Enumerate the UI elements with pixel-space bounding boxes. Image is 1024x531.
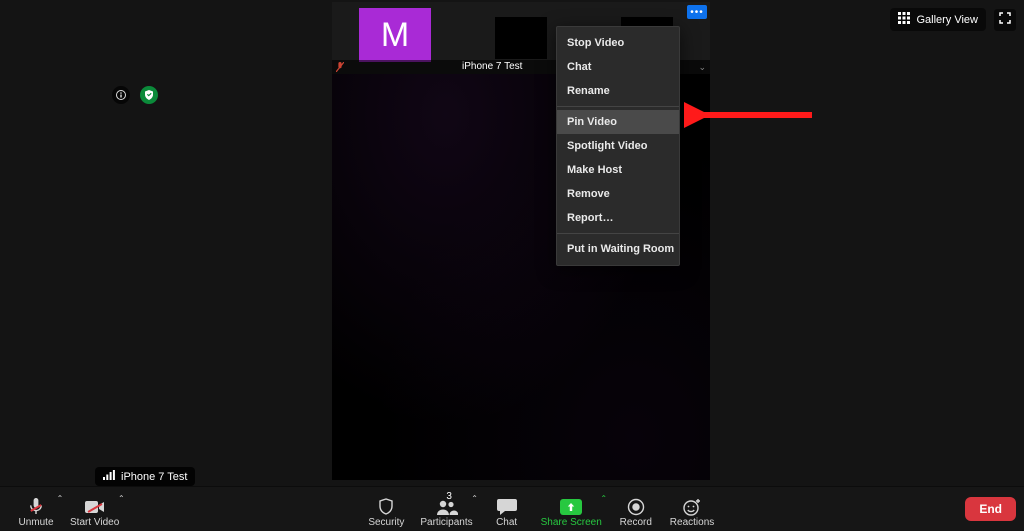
smiley-plus-icon xyxy=(682,497,702,517)
signal-icon xyxy=(103,470,115,483)
speaker-hover-tooltip: iPhone 7 Test xyxy=(95,467,195,486)
encryption-shield-icon[interactable] xyxy=(140,86,158,104)
chat-bubble-icon xyxy=(497,497,517,517)
shield-icon xyxy=(378,497,394,517)
share-screen-button[interactable]: Share Screen ⌃ xyxy=(535,487,608,531)
grid-icon xyxy=(898,12,910,27)
gallery-view-button[interactable]: Gallery View xyxy=(890,8,986,31)
menu-make-host[interactable]: Make Host xyxy=(557,158,679,182)
start-video-button[interactable]: Start Video ⌃ xyxy=(64,487,125,531)
menu-report[interactable]: Report… xyxy=(557,206,679,230)
menu-remove[interactable]: Remove xyxy=(557,182,679,206)
fullscreen-button[interactable] xyxy=(994,9,1016,31)
menu-separator xyxy=(557,106,679,107)
unmute-label: Unmute xyxy=(18,517,53,528)
share-screen-icon xyxy=(560,497,582,517)
participant-context-menu: Stop Video Chat Rename Pin Video Spotlig… xyxy=(556,26,680,266)
menu-separator xyxy=(557,233,679,234)
avatar-initial: M xyxy=(359,8,431,62)
meeting-toolbar: Unmute ⌃ Start Video ⌃ Security 3 Partic… xyxy=(0,486,1024,530)
menu-pin-video[interactable]: Pin Video xyxy=(557,110,679,134)
security-label: Security xyxy=(368,517,404,528)
thumbnail-participant-1[interactable]: M xyxy=(332,2,458,74)
chevron-down-icon[interactable]: ⌄ xyxy=(698,60,706,74)
microphone-muted-icon xyxy=(28,497,44,517)
fullscreen-icon xyxy=(999,11,1011,29)
record-icon xyxy=(627,497,645,517)
end-meeting-button[interactable]: End xyxy=(965,497,1016,521)
record-label: Record xyxy=(620,517,652,528)
record-button[interactable]: Record xyxy=(608,487,664,531)
ellipsis-icon: ••• xyxy=(690,7,704,18)
chevron-up-icon[interactable]: ⌃ xyxy=(115,493,127,505)
menu-stop-video[interactable]: Stop Video xyxy=(557,31,679,55)
video-off-placeholder xyxy=(495,17,547,59)
chat-label: Chat xyxy=(496,517,517,528)
unmute-button[interactable]: Unmute ⌃ xyxy=(8,487,64,531)
camera-off-icon xyxy=(85,497,105,517)
participants-count: 3 xyxy=(446,491,452,502)
menu-chat[interactable]: Chat xyxy=(557,55,679,79)
start-video-label: Start Video xyxy=(70,517,119,528)
share-screen-label: Share Screen xyxy=(541,517,602,528)
thumbnail-more-button[interactable]: ••• xyxy=(687,5,707,19)
participants-button[interactable]: 3 Participants ⌃ xyxy=(414,487,478,531)
chat-button[interactable]: Chat xyxy=(479,487,535,531)
meeting-info-icon[interactable] xyxy=(112,86,130,104)
thumbnail-name: iPhone 7 Test xyxy=(462,60,522,74)
participants-label: Participants xyxy=(420,517,472,528)
menu-put-in-waiting-room[interactable]: Put in Waiting Room xyxy=(557,237,679,261)
muted-mic-icon xyxy=(336,62,346,72)
menu-spotlight-video[interactable]: Spotlight Video xyxy=(557,134,679,158)
security-button[interactable]: Security xyxy=(358,487,414,531)
speaker-name: iPhone 7 Test xyxy=(121,471,187,483)
gallery-view-label: Gallery View xyxy=(916,14,978,26)
reactions-button[interactable]: Reactions xyxy=(664,487,720,531)
menu-rename[interactable]: Rename xyxy=(557,79,679,103)
reactions-label: Reactions xyxy=(670,517,714,528)
